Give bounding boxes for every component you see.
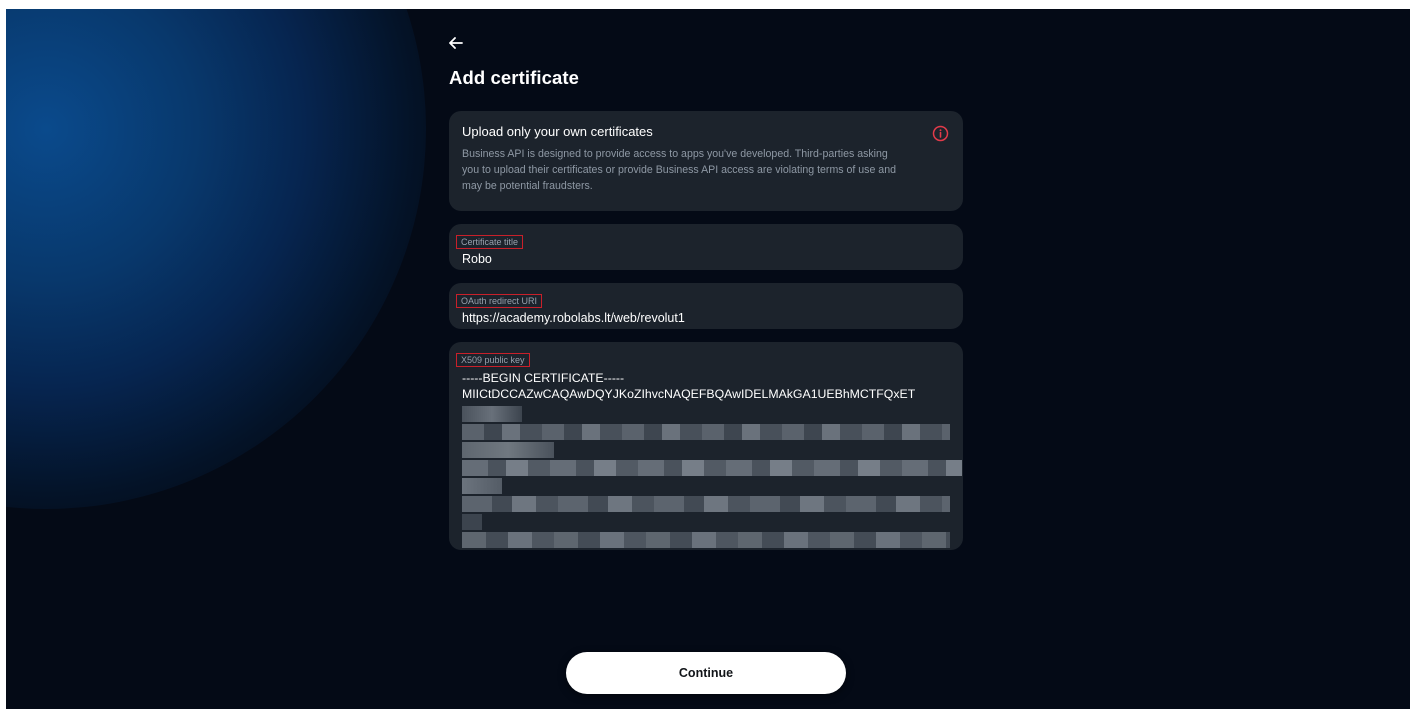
oauth-redirect-uri-label: OAuth redirect URI [456, 294, 543, 308]
certificate-title-field[interactable]: Certificate title Robo [449, 224, 963, 270]
key-first-line: MIICtDCCAZwCAQAwDQYJKoZIhvcNAQEFBQAwIDEL… [462, 387, 916, 401]
notice-body: Business API is designed to provide acce… [462, 148, 896, 192]
certificate-title-label: Certificate title [456, 235, 524, 249]
info-icon [932, 125, 949, 142]
background-glow [6, 9, 426, 509]
key-begin-line: -----BEGIN CERTIFICATE----- [462, 371, 625, 385]
page-title: Add certificate [449, 67, 580, 88]
app-screen: Add certificate Upload only your own cer… [6, 9, 1410, 709]
continue-button[interactable]: Continue [566, 652, 846, 694]
x509-public-key-field[interactable]: X509 public key -----BEGIN CERTIFICATE--… [449, 342, 963, 550]
warning-notice-card: Upload only your own certificates Busine… [449, 111, 963, 211]
certificate-title-value: Robo [462, 252, 492, 266]
redacted-key-content [462, 406, 962, 554]
oauth-redirect-uri-field[interactable]: OAuth redirect URI https://academy.robol… [449, 283, 963, 329]
notice-title: Upload only your own certificates [462, 124, 653, 139]
back-button[interactable] [449, 33, 473, 57]
arrow-left-icon [449, 36, 463, 54]
x509-public-key-label: X509 public key [456, 353, 530, 367]
oauth-redirect-uri-value: https://academy.robolabs.lt/web/revolut1 [462, 311, 685, 325]
